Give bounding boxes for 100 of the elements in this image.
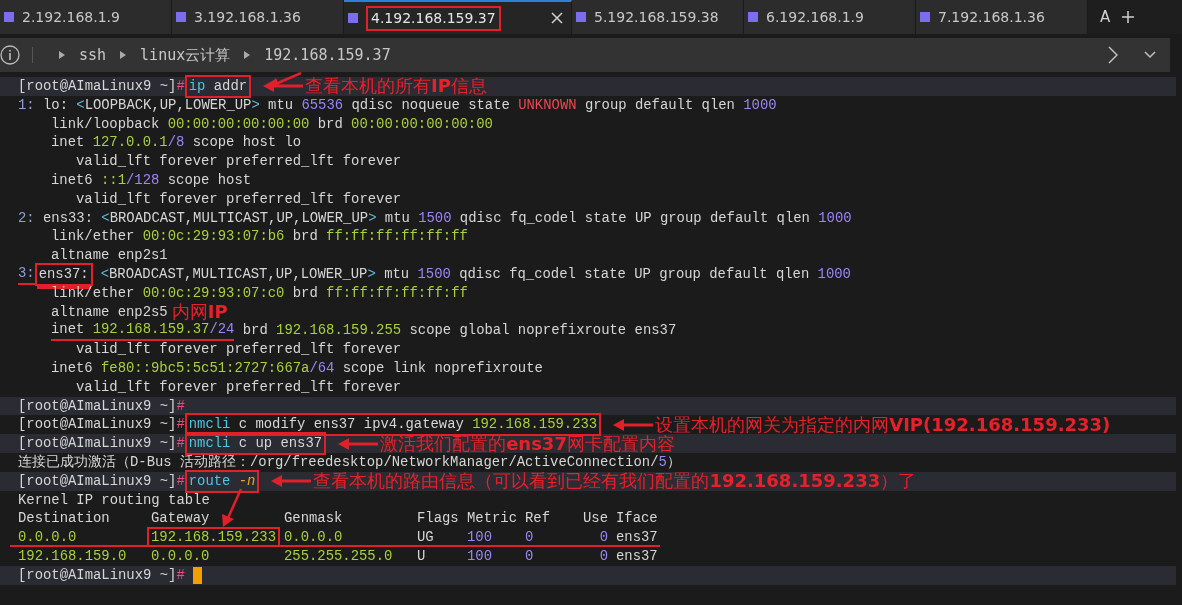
breadcrumb-item[interactable]: 192.168.159.37 [264, 43, 391, 67]
terminal-text: mtu [383, 264, 411, 284]
table-cell-text: Genmask [284, 509, 344, 529]
terminal-text: > [251, 95, 260, 115]
terminal-text: 1000 [818, 208, 852, 228]
terminal-text: [root@AImaLinux9 ~] [18, 415, 177, 435]
terminal-text: ip [188, 77, 206, 96]
terminal-text: # [176, 434, 185, 453]
breadcrumb-item[interactable]: linux云计算 [140, 43, 231, 67]
terminal-text: -n [238, 471, 256, 491]
terminal-text: valid_lft forever preferred_lft forever [76, 152, 402, 171]
terminal-text: 192.168.159.37 [92, 320, 210, 342]
terminal-text: inet6 [51, 171, 94, 190]
terminal-text: /128 [126, 171, 160, 190]
tab[interactable]: 3.192.168.1.36 [172, 0, 344, 34]
terminal-text: ens37: [38, 264, 89, 284]
close-icon[interactable] [551, 12, 563, 24]
terminal-text: 1000 [817, 264, 851, 284]
terminal-text: 1: [18, 95, 35, 115]
terminal-text: # [176, 471, 185, 491]
terminal-text: # [176, 415, 185, 435]
table-cell-text: Iface [615, 509, 658, 529]
terminal-text: c modify ens37 ipv4.gateway [237, 415, 465, 435]
terminal-text: BROADCAST,MULTICAST,UP,LOWER_UP [109, 264, 368, 284]
square-icon [348, 13, 358, 23]
annotation-note: 查看本机的路由信息（可以看到已经有我们配置的192.168.159.233）了 [313, 472, 917, 491]
terminal-text: inet6 [51, 358, 94, 378]
terminal-text: UNKNOWN [518, 95, 577, 115]
terminal-text: brd [291, 227, 319, 247]
terminal-text: 192.168.159.255 [276, 321, 402, 341]
square-icon [920, 12, 930, 22]
square-icon [576, 12, 586, 22]
terminal-text: > [367, 264, 376, 284]
terminal-text: qdisc fq_codel state UP group default qlen [458, 208, 811, 228]
tab-letter[interactable]: A [1100, 0, 1111, 34]
chevron-down-icon[interactable] [1144, 51, 1156, 59]
square-icon [176, 12, 186, 22]
table-cell-text: 0 [525, 528, 535, 547]
caret-icon [120, 51, 127, 59]
terminal-text: /64 [309, 358, 335, 378]
tab[interactable]: 6.192.168.1.9 [744, 0, 916, 34]
annotation-note: 内网IP [171, 302, 228, 321]
terminal-text: 1000 [743, 95, 777, 115]
terminal-text: ::1 [101, 171, 127, 190]
terminal-text: mtu [267, 95, 295, 115]
square-icon [4, 12, 14, 22]
terminal-text: valid_lft forever preferred_lft forever [76, 189, 402, 209]
tab[interactable]: 5.192.168.159.38 [572, 0, 744, 34]
terminal-text: # [176, 565, 185, 585]
terminal-text: link/ether [51, 227, 136, 247]
terminal-text: ff:ff:ff:ff:ff:ff [326, 227, 468, 247]
terminal-text: LOOPBACK,UP,LOWER_UP [84, 95, 252, 115]
tab[interactable]: 2.192.168.1.9 [0, 0, 172, 34]
chevron-right-icon[interactable] [1108, 46, 1118, 64]
table-cell-text: ens37 [615, 528, 658, 547]
terminal-text: # [176, 396, 185, 416]
terminal-text: route [188, 471, 231, 491]
terminal-text: addr [212, 77, 248, 96]
table-cell-text: 0 [525, 546, 535, 566]
terminal-text: /24 [209, 320, 235, 342]
table-cell-text: 0.0.0.0 [151, 546, 211, 566]
breadcrumb-item[interactable]: ssh [79, 43, 107, 67]
table-cell-text: U [417, 546, 427, 566]
terminal-text: 00:00:00:00:00:00 [351, 114, 493, 134]
terminal-text: altname enp2s5 [51, 302, 168, 322]
table-cell-text: 192.168.159.0 [18, 546, 128, 566]
table-cell-text: Use [582, 509, 608, 529]
annotation-note: 激活我们配置的ens37网卡配置内容 [380, 434, 675, 453]
terminal-text: inet [51, 133, 86, 153]
terminal-text: qdisc fq_codel state UP group default qlen [458, 264, 811, 284]
terminal-text: < [100, 264, 110, 284]
terminal-text: brd [291, 283, 319, 303]
terminal-text: ） [666, 452, 681, 472]
terminal-text: lo: [42, 95, 69, 115]
tab[interactable]: 4.192.168.159.37 [344, 0, 572, 34]
terminal-text: scope host lo [191, 133, 302, 153]
annotation-note: 查看本机的所有IP信息 [305, 77, 487, 96]
terminal-text: link/loopback [51, 114, 161, 134]
terminal-text: BROADCAST,MULTICAST,UP,LOWER_UP [109, 208, 369, 228]
terminal-text: [root@AImaLinux9 ~] [18, 434, 177, 453]
terminal-text: 65536 [301, 95, 344, 115]
table-cell-text: UG [417, 528, 435, 547]
info-icon[interactable] [0, 45, 20, 65]
table-cell-text: Flags [417, 509, 460, 529]
terminal-text: 2: [18, 208, 35, 228]
terminal-text: scope global noprefixroute ens37 [408, 321, 677, 341]
terminal-text: nmcli [188, 434, 231, 453]
table-cell-text: 100 [467, 546, 493, 566]
table-cell-text: 100 [467, 528, 493, 547]
terminal-text: brd [241, 321, 269, 341]
add-tab-icon[interactable] [1122, 11, 1135, 23]
table-cell-text: Destination [18, 509, 111, 529]
tab[interactable]: 7.192.168.1.36 [916, 0, 1088, 34]
terminal-text: [root@AImaLinux9 ~] [18, 471, 177, 491]
terminal-text: qdisc noqueue state [350, 95, 511, 115]
annotation-note: 设置本机的网关为指定的内网VIP(192.168.159.233) [655, 415, 1111, 434]
terminal-text: valid_lft forever preferred_lft forever [76, 377, 402, 397]
terminal-text: [root@AImaLinux9 ~] [18, 77, 177, 96]
terminal-text: 00:0c:29:93:07:c0 [142, 283, 285, 303]
terminal-text: < [101, 208, 110, 228]
